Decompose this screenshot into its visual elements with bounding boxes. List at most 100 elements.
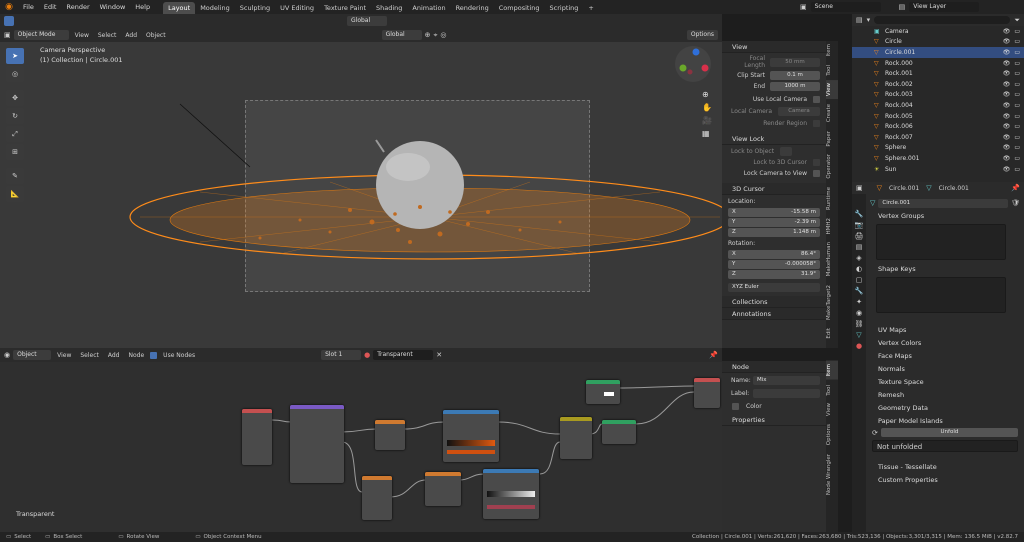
tab-scripting[interactable]: Scripting bbox=[545, 2, 584, 14]
tab-edit[interactable]: Edit bbox=[826, 325, 838, 342]
node-label-field[interactable] bbox=[753, 389, 820, 398]
viewport-menu-select[interactable]: Select bbox=[95, 32, 120, 39]
node-tab-view[interactable]: View bbox=[826, 400, 838, 419]
node-material-output[interactable] bbox=[694, 378, 720, 408]
mesh-datablock-field[interactable]: Circle.001 bbox=[878, 198, 1009, 208]
normals-header[interactable]: Normals bbox=[870, 362, 1020, 375]
outliner-row[interactable]: ▽ Rock.003 👁 ▭ bbox=[852, 90, 1024, 101]
tab-uv-editing[interactable]: UV Editing bbox=[275, 2, 319, 14]
lock-to-object-field[interactable] bbox=[780, 146, 793, 156]
render-camera-icon[interactable]: ▭ bbox=[1014, 144, 1020, 151]
transform-orientation-dropdown[interactable]: Global bbox=[381, 30, 422, 40]
render-camera-icon[interactable]: ▭ bbox=[1014, 28, 1020, 35]
node-editor-type-icon[interactable]: ◉ bbox=[4, 351, 10, 359]
cursor-rot-z[interactable]: Z 31.9° bbox=[728, 270, 820, 279]
focal-length-field[interactable]: 50 mm bbox=[770, 57, 820, 67]
options-dropdown[interactable]: Options bbox=[686, 30, 718, 40]
menu-render[interactable]: Render bbox=[61, 0, 94, 14]
tab-rendering[interactable]: Rendering bbox=[451, 2, 494, 14]
tab-create[interactable]: Create bbox=[826, 101, 838, 125]
blender-logo-icon[interactable]: ◉ bbox=[0, 2, 18, 12]
vertex-colors-header[interactable]: Vertex Colors bbox=[870, 336, 1020, 349]
visibility-eye-icon[interactable]: 👁 bbox=[1003, 155, 1011, 162]
view-layer-props-icon[interactable]: ▤ bbox=[856, 243, 863, 251]
outliner-row[interactable]: ▽ Rock.001 👁 ▭ bbox=[852, 68, 1024, 79]
tab-item[interactable]: Item bbox=[826, 41, 838, 60]
data-props-icon[interactable]: ▽ bbox=[856, 331, 861, 339]
modifier-props-icon[interactable]: 🔧 bbox=[855, 287, 864, 295]
uv-maps-header[interactable]: UV Maps bbox=[870, 323, 1020, 336]
annotate-tool-icon[interactable]: ✎ bbox=[6, 168, 24, 184]
tab-paper[interactable]: Paper bbox=[826, 128, 838, 150]
object-props-icon[interactable]: ▢ bbox=[856, 276, 863, 284]
rotate-tool-icon[interactable]: ↻ bbox=[6, 108, 24, 124]
measure-tool-icon[interactable]: 📐 bbox=[6, 186, 24, 202]
add-workspace-button[interactable]: + bbox=[583, 2, 598, 14]
cursor-loc-y[interactable]: Y -2.39 m bbox=[728, 218, 820, 227]
outliner-row[interactable]: ▽ Sphere.001 👁 ▭ bbox=[852, 153, 1024, 164]
texture-space-header[interactable]: Texture Space bbox=[870, 375, 1020, 388]
view-panel-header[interactable]: View bbox=[722, 41, 826, 53]
local-camera-field[interactable]: Camera bbox=[778, 106, 820, 116]
geometry-data-header[interactable]: Geometry Data bbox=[870, 401, 1020, 414]
tab-animation[interactable]: Animation bbox=[407, 2, 450, 14]
render-camera-icon[interactable]: ▭ bbox=[1014, 49, 1020, 56]
render-camera-icon[interactable]: ▭ bbox=[1014, 60, 1020, 67]
scale-tool-icon[interactable]: ⤢ bbox=[6, 126, 24, 142]
render-camera-icon[interactable]: ▭ bbox=[1014, 38, 1020, 45]
node-math[interactable] bbox=[425, 472, 461, 506]
tissue-header[interactable]: Tissue - Tessellate bbox=[870, 460, 1020, 473]
node-tab-node-wrangler[interactable]: Node Wrangler bbox=[826, 451, 838, 498]
render-camera-icon[interactable]: ▭ bbox=[1014, 123, 1020, 130]
visibility-eye-icon[interactable]: 👁 bbox=[1003, 60, 1011, 67]
visibility-eye-icon[interactable]: 👁 bbox=[1003, 166, 1011, 173]
tab-shading[interactable]: Shading bbox=[371, 2, 407, 14]
tab-sculpting[interactable]: Sculpting bbox=[235, 2, 275, 14]
node-vector[interactable] bbox=[362, 476, 392, 520]
remesh-header[interactable]: Remesh bbox=[870, 388, 1020, 401]
menu-file[interactable]: File bbox=[18, 0, 39, 14]
tab-texture-paint[interactable]: Texture Paint bbox=[319, 2, 371, 14]
menu-window[interactable]: Window bbox=[95, 0, 131, 14]
node-tab-tool[interactable]: Tool bbox=[826, 382, 838, 399]
perspective-icon[interactable]: ▦ bbox=[702, 129, 712, 138]
visibility-eye-icon[interactable]: 👁 bbox=[1003, 81, 1011, 88]
object-mode-dropdown[interactable]: Object Mode bbox=[13, 30, 69, 40]
zoom-icon[interactable]: ⊕ bbox=[702, 90, 712, 99]
snap-icon[interactable]: ⌖ bbox=[433, 31, 437, 40]
properties-editor-icon[interactable]: ▣ bbox=[856, 184, 863, 192]
render-camera-icon[interactable]: ▭ bbox=[1014, 166, 1020, 173]
node-panel-header[interactable]: Node bbox=[722, 361, 826, 373]
render-region-checkbox[interactable] bbox=[813, 119, 820, 127]
unfold-button[interactable]: Unfold bbox=[880, 428, 1018, 437]
material-field[interactable]: Transparent bbox=[373, 350, 434, 360]
scene-selector[interactable]: Scene bbox=[810, 2, 881, 12]
node-transparent[interactable] bbox=[586, 380, 620, 404]
slot-dropdown[interactable]: Slot 1 bbox=[321, 350, 362, 360]
shape-keys-list[interactable] bbox=[876, 277, 1006, 313]
visibility-eye-icon[interactable]: 👁 bbox=[1003, 134, 1011, 141]
shape-keys-header[interactable]: Shape Keys bbox=[870, 262, 1020, 275]
node-mapping[interactable] bbox=[290, 405, 344, 483]
node-menu-select[interactable]: Select bbox=[77, 352, 102, 359]
outliner-editor-icon[interactable]: ▤ bbox=[856, 16, 863, 24]
move-tool-icon[interactable]: ✥ bbox=[6, 90, 24, 106]
world-props-icon[interactable]: ◐ bbox=[856, 265, 862, 273]
collections-header[interactable]: Collections bbox=[722, 296, 826, 308]
node-noise[interactable] bbox=[375, 420, 405, 450]
render-camera-icon[interactable]: ▭ bbox=[1014, 70, 1020, 77]
node-tab-options[interactable]: Options bbox=[826, 421, 838, 448]
particle-props-icon[interactable]: ✦ bbox=[856, 298, 862, 306]
tab-view[interactable]: View bbox=[826, 80, 838, 100]
use-nodes-checkbox[interactable] bbox=[150, 351, 158, 359]
tab-runtime[interactable]: Runtime bbox=[826, 184, 838, 213]
3d-viewport[interactable]: Camera Perspective (1) Collection | Circ… bbox=[0, 42, 722, 348]
node-pin-icon[interactable]: 📌 bbox=[709, 351, 718, 359]
view-layer-selector[interactable]: View Layer bbox=[909, 2, 980, 12]
material-unlink-icon[interactable]: ✕ bbox=[436, 351, 442, 359]
outliner-funnel-icon[interactable]: ⏷ bbox=[1014, 16, 1020, 25]
view-lock-header[interactable]: View Lock bbox=[722, 133, 826, 145]
visibility-eye-icon[interactable]: 👁 bbox=[1003, 102, 1011, 109]
output-props-icon[interactable]: 🖨 bbox=[855, 232, 864, 240]
select-box-icon[interactable] bbox=[4, 16, 14, 26]
